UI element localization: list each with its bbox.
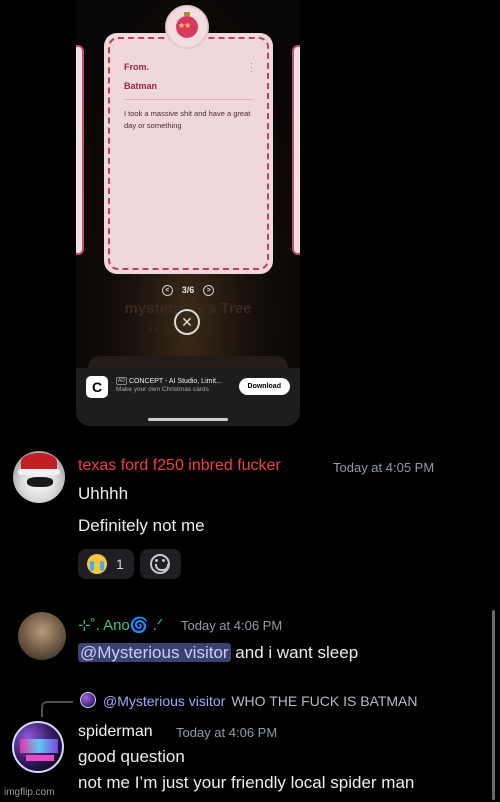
ad-tag: AD (116, 377, 127, 385)
avatar[interactable] (12, 721, 64, 773)
card-from-label: From. (124, 62, 150, 72)
christmas-card: From. Batman · · · I took a massive shit a… (104, 33, 273, 274)
message-text: not me I’m just your friendly local spid… (78, 773, 415, 792)
message-text: Definitely not me (78, 516, 205, 535)
reaction-count: 1 (116, 556, 124, 572)
smiley-icon (150, 554, 170, 574)
avatar[interactable] (13, 451, 65, 503)
ad-title-row: AD CONCEPT - AI Studio, Limit... (116, 377, 233, 385)
ad-app-logo: C (86, 376, 108, 398)
avatar[interactable] (18, 612, 66, 660)
previous-card-peek[interactable] (76, 45, 84, 255)
card-from-name: Batman (124, 81, 158, 91)
reply-mention[interactable]: @Mysterious visitor (103, 693, 225, 709)
chevron-right-icon[interactable]: > (203, 285, 215, 297)
kebab-menu-icon[interactable]: · · · (250, 59, 253, 76)
crying-face-icon (87, 554, 107, 574)
ornament-icon (165, 5, 209, 49)
ad-title: CONCEPT - AI Studio, Limit... (128, 378, 222, 385)
reply-preview[interactable]: @Mysterious visitor WHO THE FUCK IS BATMA… (103, 693, 418, 709)
watermark: imgflip.com (4, 787, 55, 798)
tree-subtext: 3 6 (148, 326, 158, 333)
card-divider (124, 99, 253, 100)
card-message: I took a massive shit and have a great d… (124, 109, 251, 130)
message-username[interactable]: spiderman (78, 723, 153, 741)
message-username[interactable]: ⊹˚. Ano🌀 .ᐟ (78, 616, 163, 634)
home-indicator (148, 418, 228, 421)
next-card-peek[interactable] (292, 45, 300, 255)
reply-connector (41, 701, 73, 717)
reply-text: WHO THE FUCK IS BATMAN (231, 693, 418, 709)
scrollbar[interactable] (492, 610, 495, 800)
close-icon[interactable]: ✕ (174, 309, 200, 335)
message-text: @Mysterious visitor and i want sleep (78, 643, 358, 663)
chevron-left-icon[interactable]: < (161, 285, 173, 297)
user-mention[interactable]: @Mysterious visitor (78, 643, 231, 662)
ad-subtitle: Make your own Christmas cards (116, 386, 209, 393)
message-timestamp: Today at 4:06 PM (176, 725, 278, 740)
ad-text: AD CONCEPT - AI Studio, Limit... Make you… (116, 377, 233, 393)
message-text: Uhhhh (78, 484, 129, 503)
ad-download-button[interactable]: Download (238, 378, 290, 395)
add-reaction-button[interactable] (140, 549, 181, 579)
reaction-pill[interactable]: 1 (78, 549, 134, 579)
reply-avatar[interactable] (80, 692, 96, 708)
message-text-rest: and i want sleep (230, 643, 359, 662)
message-timestamp: Today at 4:06 PM (181, 618, 283, 633)
card-pager: <3/6 > (76, 285, 300, 297)
pager-text: 3/6 (181, 285, 195, 295)
message-text: good question (78, 747, 185, 766)
card-inner: From. Batman · · · I took a massive shit a… (108, 37, 269, 270)
shared-phone-screenshot[interactable]: From. Batman · · · I took a massive shit a… (76, 0, 300, 426)
message-timestamp: Today at 4:05 PM (333, 460, 435, 475)
message-username[interactable]: texas ford f250 inbred fucker (78, 457, 281, 475)
